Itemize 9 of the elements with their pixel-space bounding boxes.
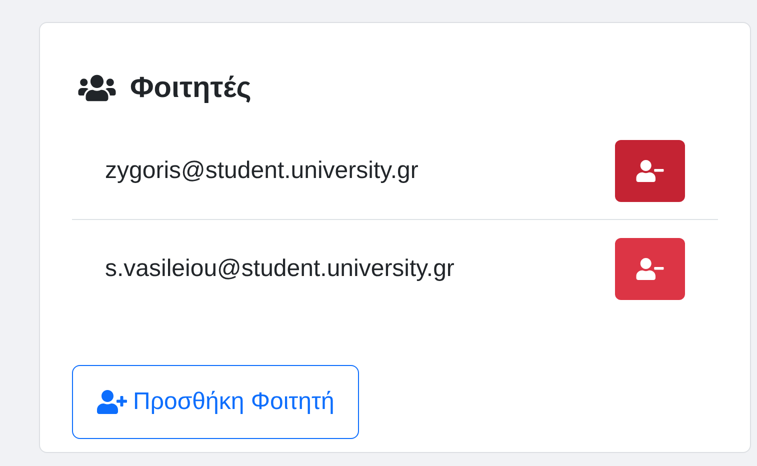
card-title: Φοιτητές	[130, 74, 252, 102]
user-plus-icon	[97, 390, 127, 414]
remove-student-button[interactable]	[615, 140, 685, 202]
student-email: s.vasileiou@student.university.gr	[105, 254, 454, 284]
user-minus-icon	[636, 160, 664, 182]
student-email: zygoris@student.university.gr	[105, 156, 418, 186]
add-student-button[interactable]: Προσθήκη Φοιτητή	[72, 365, 360, 439]
user-minus-icon	[636, 258, 664, 280]
remove-student-button[interactable]	[615, 238, 685, 300]
